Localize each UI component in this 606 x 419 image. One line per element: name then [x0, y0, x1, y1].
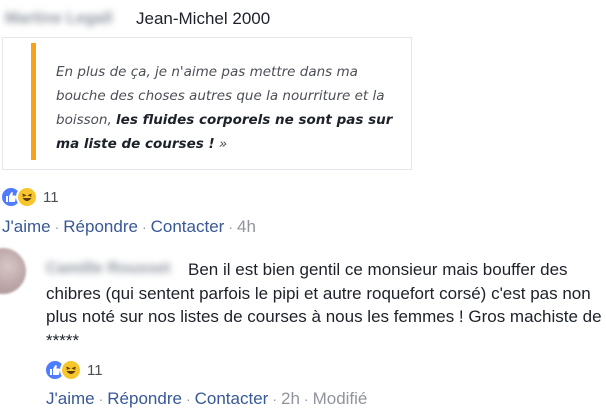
comment2-text: Ben il est bien gentil ce monsieur mais …	[46, 260, 602, 350]
quote-accent-bar	[31, 43, 36, 160]
comment1-reply-link[interactable]: Répondre	[63, 217, 138, 236]
haha-reaction-icon	[16, 186, 38, 208]
comment2-like-link[interactable]: J'aime	[46, 389, 95, 408]
comment2-actions: J'aime · Répondre · Contacter · 2h · Modifié	[46, 389, 367, 409]
separator-dot: ·	[141, 219, 147, 235]
comment2-reply-link[interactable]: Répondre	[107, 389, 182, 408]
comment1-like-link[interactable]: J'aime	[2, 217, 51, 236]
comment1-actions: J'aime · Répondre · Contacter · 4h	[2, 217, 256, 237]
separator-dot: ·	[272, 391, 277, 407]
comment1-reactions[interactable]: 11	[0, 186, 59, 208]
haha-reaction-icon	[60, 359, 82, 381]
comment1-author-name[interactable]: Jean-Michel 2000	[136, 9, 270, 29]
separator-dot: ·	[54, 219, 60, 235]
quote-text: En plus de ça, je n'aime pas mettre dans…	[56, 60, 401, 156]
comment1-reaction-count: 11	[43, 188, 59, 206]
comment2-edited-label[interactable]: Modifié	[313, 389, 368, 408]
comment2-avatar[interactable]	[0, 248, 26, 294]
comment2-timestamp[interactable]: 2h	[281, 389, 300, 408]
separator-dot: ·	[98, 391, 104, 407]
comment2-contact-link[interactable]: Contacter	[195, 389, 269, 408]
comment1-timestamp[interactable]: 4h	[237, 217, 256, 236]
separator-dot: ·	[228, 219, 233, 235]
quote-text-end: »	[214, 136, 228, 152]
comment1-contact-link[interactable]: Contacter	[151, 217, 225, 236]
separator-dot: ·	[185, 391, 191, 407]
separator-dot: ·	[303, 391, 309, 407]
comment2-reaction-count: 11	[87, 361, 103, 379]
comment1-author-blurred[interactable]: Martine Legall	[5, 10, 113, 28]
comment2-reactions[interactable]: 11	[44, 359, 103, 381]
